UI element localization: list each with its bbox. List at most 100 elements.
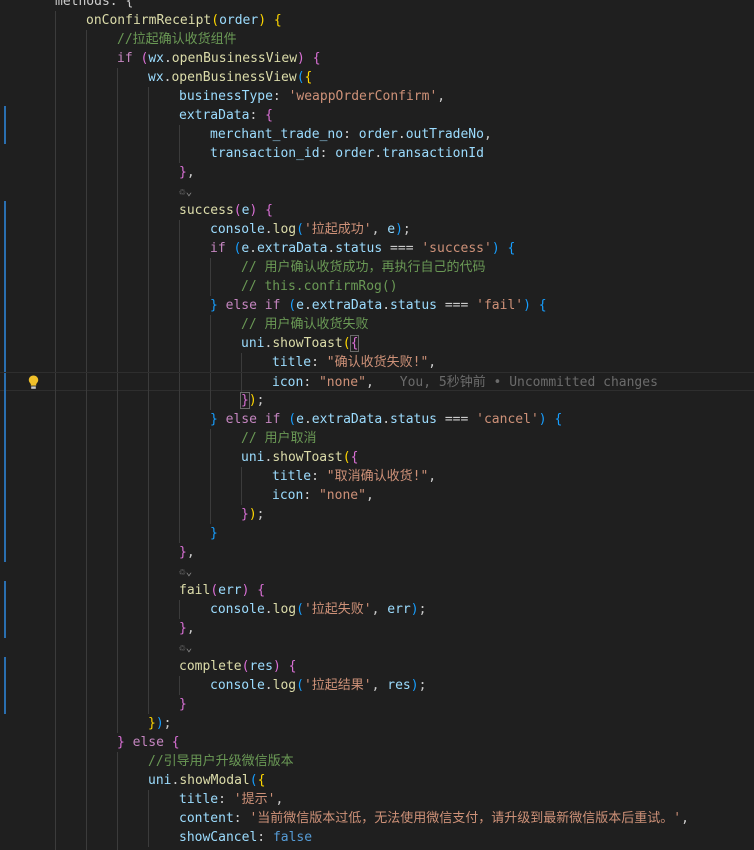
gutter-modified-marker[interactable]: [4, 505, 6, 524]
code-line[interactable]: icon: "none", You, 5秒钟前 • Uncommitted cha…: [0, 372, 754, 392]
code-token: (: [296, 70, 305, 85]
gutter-modified-marker[interactable]: [4, 125, 6, 144]
code-line[interactable]: ♲⌄: [0, 562, 754, 581]
code-text: console.log('拉起失败', err);: [210, 600, 426, 619]
gutter-modified-marker[interactable]: [4, 353, 6, 372]
code-line[interactable]: // 用户确认收货成功，再执行自己的代码: [0, 258, 754, 277]
code-editor[interactable]: methods: {onConfirmReceipt(order) {//拉起确…: [0, 0, 754, 850]
code-line[interactable]: showCancel: false: [0, 828, 754, 847]
code-line[interactable]: fail(err) {: [0, 581, 754, 600]
gutter-modified-marker[interactable]: [4, 296, 6, 315]
indent-guide: [179, 125, 180, 144]
code-line[interactable]: onConfirmReceipt(order) {: [0, 11, 754, 30]
code-line[interactable]: //引导用户升级微信版本: [0, 752, 754, 771]
indent-guide: [148, 334, 149, 353]
code-line[interactable]: methods: {: [0, 0, 754, 11]
code-token: if: [264, 412, 281, 427]
code-line[interactable]: title: '提示',: [0, 790, 754, 809]
gutter-modified-marker[interactable]: [4, 106, 6, 125]
code-line[interactable]: });: [0, 391, 754, 410]
code-line[interactable]: title: "确认收货失败!",: [0, 353, 754, 372]
gutter-modified-marker[interactable]: [4, 277, 6, 296]
code-line[interactable]: uni.showModal({: [0, 771, 754, 790]
code-line[interactable]: }: [0, 524, 754, 543]
indent-guide: [86, 410, 87, 429]
code-line[interactable]: extraData: {: [0, 106, 754, 125]
gutter-modified-marker[interactable]: [4, 467, 6, 486]
codelens-fold-icon[interactable]: ♲⌄: [179, 562, 192, 581]
codelens-fold-icon[interactable]: ♲⌄: [179, 638, 192, 657]
gutter-modified-marker[interactable]: [4, 695, 6, 714]
code-token: }: [179, 621, 187, 636]
code-line[interactable]: ♲⌄: [0, 182, 754, 201]
code-line[interactable]: complete(res) {: [0, 657, 754, 676]
gutter-modified-marker[interactable]: [4, 239, 6, 258]
gutter-modified-marker[interactable]: [4, 373, 6, 392]
code-line[interactable]: uni.showToast({: [0, 448, 754, 467]
gutter-modified-marker[interactable]: [4, 486, 6, 505]
code-line[interactable]: businessType: 'weappOrderConfirm',: [0, 87, 754, 106]
code-line[interactable]: });: [0, 505, 754, 524]
code-line[interactable]: },: [0, 163, 754, 182]
gutter-modified-marker[interactable]: [4, 391, 6, 410]
code-line[interactable]: });: [0, 714, 754, 733]
code-token: // this.confirmRog(): [241, 279, 398, 294]
gutter-modified-marker[interactable]: [4, 600, 6, 619]
code-token: extraData: [311, 298, 383, 313]
indent-guide: [117, 448, 118, 467]
code-line[interactable]: transaction_id: order.transactionId: [0, 144, 754, 163]
code-token: status: [390, 298, 438, 313]
code-line[interactable]: // 用户确认收货失败: [0, 315, 754, 334]
gutter-modified-marker[interactable]: [4, 657, 6, 676]
codelens-fold-icon[interactable]: ♲⌄: [179, 182, 192, 201]
code-line[interactable]: if (e.extraData.status === 'success') {: [0, 239, 754, 258]
gutter-modified-marker[interactable]: [4, 676, 6, 695]
indent-guide: [117, 144, 118, 163]
code-line[interactable]: // this.confirmRog(): [0, 277, 754, 296]
code-line[interactable]: uni.showToast({: [0, 334, 754, 353]
code-token: else: [225, 298, 257, 313]
indent-guide: [117, 695, 118, 714]
code-line[interactable]: console.log('拉起成功', e);: [0, 220, 754, 239]
code-line[interactable]: } else if (e.extraData.status === 'fail'…: [0, 296, 754, 315]
code-token: e: [296, 412, 304, 427]
code-line[interactable]: },: [0, 543, 754, 562]
gutter-modified-marker[interactable]: [4, 220, 6, 239]
gutter-modified-marker[interactable]: [4, 429, 6, 448]
gutter-modified-marker[interactable]: [4, 524, 6, 543]
code-line[interactable]: wx.openBusinessView({: [0, 68, 754, 87]
gutter-modified-marker[interactable]: [4, 258, 6, 277]
code-token: err: [218, 583, 242, 598]
code-line[interactable]: } else if (e.extraData.status === 'cance…: [0, 410, 754, 429]
code-line[interactable]: console.log('拉起结果', res);: [0, 676, 754, 695]
gutter-modified-marker[interactable]: [4, 543, 6, 562]
code-line[interactable]: }: [0, 695, 754, 714]
code-token: fail: [179, 583, 211, 598]
gutter-modified-marker[interactable]: [4, 201, 6, 220]
code-line[interactable]: icon: "none",: [0, 486, 754, 505]
code-line[interactable]: if (wx.openBusinessView) {: [0, 49, 754, 68]
indent-guide: [148, 524, 149, 543]
code-line[interactable]: // 用户取消: [0, 429, 754, 448]
gutter-modified-marker[interactable]: [4, 581, 6, 600]
code-line[interactable]: ♲⌄: [0, 638, 754, 657]
indent-guide: [117, 315, 118, 334]
code-text: } else if (e.extraData.status === 'cance…: [210, 410, 562, 429]
gutter-modified-marker[interactable]: [4, 410, 6, 429]
code-line[interactable]: } else {: [0, 733, 754, 752]
code-token: 'success': [421, 241, 492, 256]
gutter-modified-marker[interactable]: [4, 334, 6, 353]
lightbulb-icon[interactable]: [28, 375, 39, 390]
gutter-modified-marker[interactable]: [4, 448, 6, 467]
code-line[interactable]: success(e) {: [0, 201, 754, 220]
code-line[interactable]: },: [0, 619, 754, 638]
code-line[interactable]: //拉起确认收货组件: [0, 30, 754, 49]
indent-guide: [86, 239, 87, 258]
gutter-modified-marker[interactable]: [4, 619, 6, 638]
code-line[interactable]: title: "取消确认收货!",: [0, 467, 754, 486]
code-line[interactable]: content: '当前微信版本过低，无法使用微信支付，请升级到最新微信版本后重…: [0, 809, 754, 828]
indent-guide: [55, 714, 56, 733]
code-line[interactable]: merchant_trade_no: order.outTradeNo,: [0, 125, 754, 144]
gutter-modified-marker[interactable]: [4, 315, 6, 334]
code-line[interactable]: console.log('拉起失败', err);: [0, 600, 754, 619]
